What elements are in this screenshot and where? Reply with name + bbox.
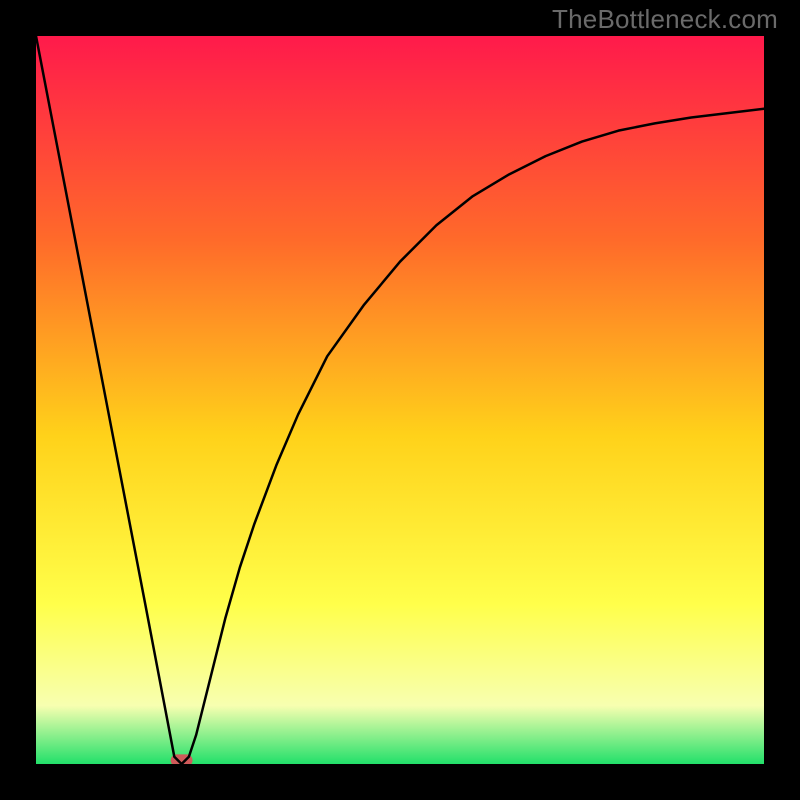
gradient-background (36, 36, 764, 764)
chart-container: TheBottleneck.com (0, 0, 800, 800)
chart-svg (36, 36, 764, 764)
watermark-text: TheBottleneck.com (552, 4, 778, 35)
plot-area (36, 36, 764, 764)
